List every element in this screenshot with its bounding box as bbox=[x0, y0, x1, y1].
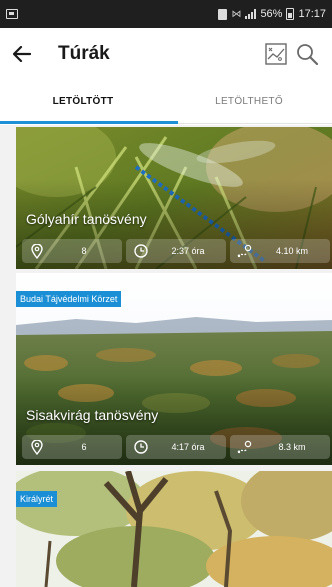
status-bar: ⋈ 56% 17:17 bbox=[0, 0, 332, 28]
tour-stats: 6 4:17 óra 8.3 km bbox=[22, 435, 332, 459]
stat-duration: 4:17 óra bbox=[126, 435, 226, 459]
status-right: ⋈ 56% 17:17 bbox=[218, 8, 326, 20]
vibrate-icon: ⋈ bbox=[231, 8, 242, 20]
stat-duration-value: 4:17 óra bbox=[171, 442, 205, 452]
tab-downloaded-label: LETÖLTÖTT bbox=[52, 96, 114, 107]
tab-downloadable-label: LETÖLTHETŐ bbox=[215, 96, 283, 107]
battery-percent: 56% bbox=[260, 8, 283, 20]
stat-duration-value: 2:37 óra bbox=[171, 246, 205, 256]
search-icon bbox=[297, 44, 318, 65]
stat-poi-value: 6 bbox=[81, 442, 87, 452]
tab-bar: LETÖLTÖTT LETÖLTHETŐ bbox=[0, 80, 332, 124]
clock-icon bbox=[126, 440, 156, 454]
search-button[interactable] bbox=[296, 28, 332, 80]
region-badge: Budai Tájvédelmi Körzet bbox=[16, 291, 122, 307]
tour-card[interactable]: Budai Tájvédelmi Körzet Sisakvirág tanös… bbox=[16, 273, 332, 465]
app-bar: Túrák bbox=[0, 28, 332, 80]
tour-photo-autumn-trees bbox=[16, 471, 332, 587]
tab-indicator bbox=[0, 121, 178, 124]
notification-icon bbox=[6, 9, 18, 19]
clock-time: 17:17 bbox=[298, 8, 326, 20]
route-distance-icon bbox=[230, 440, 260, 454]
map-icon bbox=[265, 43, 287, 65]
tour-card[interactable]: Királyrét bbox=[16, 471, 332, 587]
status-left bbox=[6, 9, 18, 19]
location-pin-icon bbox=[22, 243, 52, 259]
tour-list[interactable]: Gólyahír tanösvény 8 2:37 óra 4.10 km Bu… bbox=[0, 125, 332, 587]
clock-icon bbox=[126, 244, 156, 258]
tour-name: Gólyahír tanösvény bbox=[26, 211, 147, 227]
page-title: Túrák bbox=[58, 43, 110, 64]
tab-downloaded[interactable]: LETÖLTÖTT bbox=[0, 80, 178, 124]
tour-card[interactable]: Gólyahír tanösvény 8 2:37 óra 4.10 km bbox=[16, 127, 332, 269]
stat-duration: 2:37 óra bbox=[126, 239, 226, 263]
signal-icon bbox=[245, 9, 257, 19]
stat-poi-count: 6 bbox=[22, 435, 122, 459]
stat-poi-value: 8 bbox=[81, 246, 87, 256]
back-arrow-icon bbox=[13, 46, 31, 62]
location-pin-icon bbox=[22, 439, 52, 455]
back-button[interactable] bbox=[0, 28, 44, 80]
stat-distance-value: 4.10 km bbox=[275, 246, 308, 256]
stat-poi-count: 8 bbox=[22, 239, 122, 263]
stat-distance: 4.10 km bbox=[230, 239, 330, 263]
route-distance-icon bbox=[230, 244, 260, 258]
map-button[interactable] bbox=[256, 28, 296, 80]
sim-icon bbox=[218, 8, 228, 20]
stat-distance: 8.3 km bbox=[230, 435, 330, 459]
battery-icon bbox=[286, 8, 295, 20]
tab-downloadable[interactable]: LETÖLTHETŐ bbox=[166, 80, 332, 123]
stat-distance-value: 8.3 km bbox=[278, 442, 306, 452]
tour-stats: 8 2:37 óra 4.10 km bbox=[22, 239, 332, 263]
region-badge: Királyrét bbox=[16, 491, 58, 507]
tour-name: Sisakvirág tanösvény bbox=[26, 407, 159, 423]
